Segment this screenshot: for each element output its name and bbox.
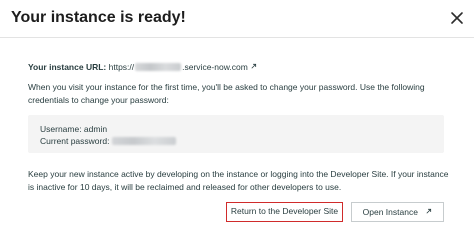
external-link-icon: [251, 63, 256, 69]
instance-url-link[interactable]: https:// .service-now.com: [109, 62, 257, 72]
return-to-developer-site-button[interactable]: Return to the Developer Site: [226, 202, 343, 222]
password-label: Current password:: [40, 136, 110, 146]
dialog-title: Your instance is ready!: [11, 9, 186, 26]
instance-url-label: Your instance URL:: [28, 62, 107, 72]
inactivity-notice: Keep your new instance active by develop…: [28, 169, 449, 192]
dialog-header: Your instance is ready!: [0, 0, 474, 38]
instance-url-domain: .service-now.com: [182, 62, 248, 72]
username-line: Username: admin: [40, 124, 108, 134]
password-line: Current password:: [40, 136, 177, 146]
open-instance-label: Open Instance: [362, 207, 418, 217]
password-instructions: When you visit your instance for the fir…: [28, 82, 425, 105]
redacted-password: [112, 137, 177, 145]
instance-url-row: Your instance URL: https:// .service-now.…: [28, 62, 257, 72]
close-icon[interactable]: [449, 10, 465, 26]
external-link-icon: [426, 208, 432, 214]
return-button-label: Return to the Developer Site: [230, 206, 339, 216]
credentials-box: Username: admin Current password:: [28, 115, 444, 153]
redacted-instance-name: [135, 63, 182, 71]
instance-url-prefix: https://: [108, 62, 135, 72]
instance-ready-dialog: Your instance is ready! Your instance UR…: [0, 0, 474, 234]
open-instance-button[interactable]: Open Instance: [351, 202, 444, 222]
